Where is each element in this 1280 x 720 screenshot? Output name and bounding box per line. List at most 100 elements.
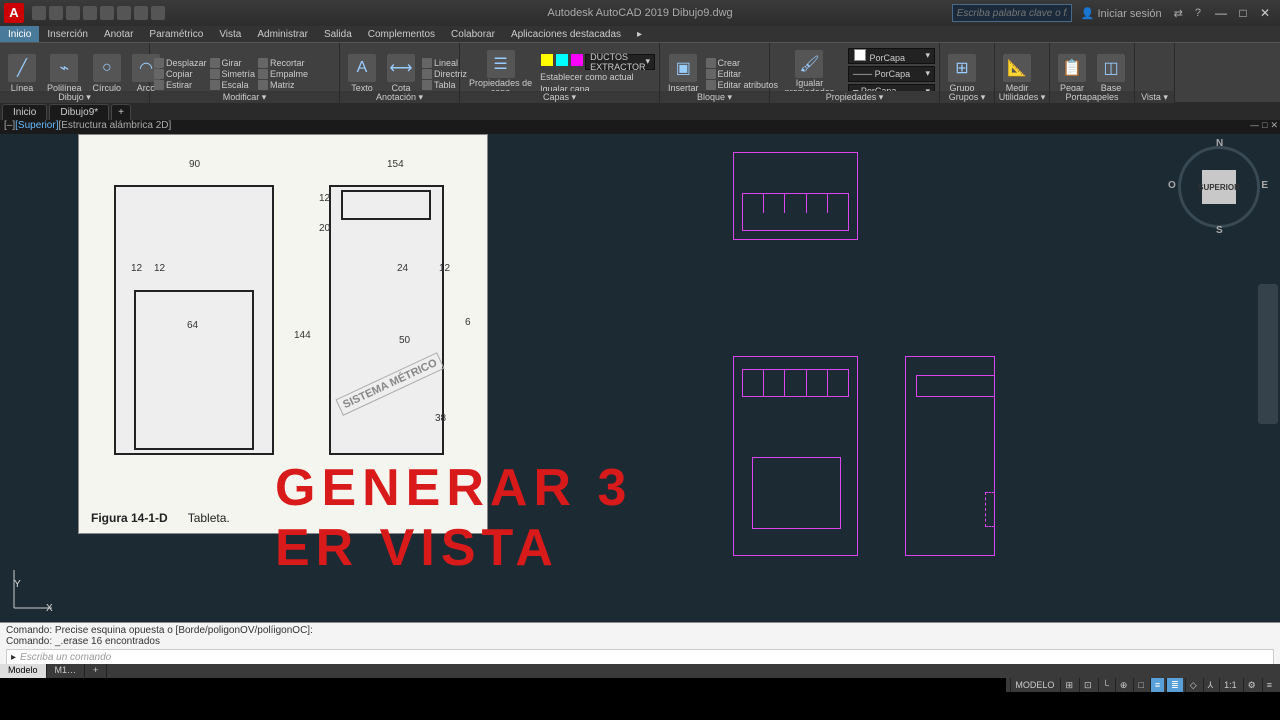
view-cube[interactable]: SUPERIOR N S E O — [1174, 142, 1264, 232]
tab-salida[interactable]: Salida — [316, 26, 360, 42]
doc-maximize[interactable]: □ — [1262, 120, 1267, 131]
panel-title[interactable]: Capas ▾ — [460, 91, 659, 103]
command-history-line: Comando: Precise esquina opuesta o [Bord… — [6, 625, 1274, 636]
polilinea-button[interactable]: ⌁Polilínea — [43, 52, 86, 95]
window-title: Autodesk AutoCAD 2019 Dibujo9.dwg — [547, 7, 732, 19]
pegar-button[interactable]: 📋Pegar — [1054, 52, 1090, 95]
escala-button[interactable]: Escala — [210, 80, 256, 90]
doc-close[interactable]: ✕ — [1270, 120, 1278, 131]
status-model[interactable]: MODELO — [1010, 678, 1058, 692]
empalme-button[interactable]: Empalme — [258, 69, 308, 79]
linea-button[interactable]: ╱Línea — [4, 52, 40, 95]
panel-title[interactable]: Vista ▾ — [1135, 91, 1174, 103]
tab-vista[interactable]: Vista — [211, 26, 249, 42]
status-dyn-icon[interactable]: ≡ — [1150, 678, 1164, 692]
matriz-button[interactable]: Matriz — [258, 80, 308, 90]
help-search-input[interactable] — [952, 4, 1072, 22]
minimize-button[interactable]: — — [1210, 6, 1232, 20]
tab-add-layout[interactable]: + — [85, 664, 107, 678]
status-osnap-icon[interactable]: □ — [1133, 678, 1147, 692]
tab-anotar[interactable]: Anotar — [96, 26, 141, 42]
signin-button[interactable]: 👤 Iniciar sesión — [1078, 7, 1165, 20]
tab-start[interactable]: Inicio — [2, 104, 47, 120]
girar-button[interactable]: Girar — [210, 58, 256, 68]
panel-propiedades: 🖌Igualar propiedades PorCapa▾ ─── PorCap… — [770, 43, 940, 103]
tab-parametrico[interactable]: Paramétrico — [141, 26, 211, 42]
set-current-layer-button[interactable]: Establecer como actual — [540, 72, 655, 82]
cota-button[interactable]: ⟷Cota — [383, 52, 419, 95]
status-gear-icon[interactable]: ⚙ — [1243, 678, 1260, 692]
tab-administrar[interactable]: Administrar — [249, 26, 316, 42]
panel-title[interactable]: Propiedades ▾ — [770, 91, 939, 103]
editar-atributos-button[interactable]: Editar atributos — [706, 80, 779, 90]
annotation-overlay: GENERAR 3 ER VISTA — [275, 459, 632, 579]
status-scale[interactable]: 1:1 — [1219, 678, 1241, 692]
editar-bloque-button[interactable]: Editar — [706, 69, 779, 79]
command-input[interactable]: ▸ Escriba un comando — [6, 649, 1274, 665]
panel-modificar: Desplazar Copiar Estirar Girar Simetría … — [150, 43, 340, 103]
navigation-bar[interactable] — [1258, 284, 1278, 424]
status-grid-icon[interactable]: ⊞ — [1060, 678, 1077, 692]
desplazar-button[interactable]: Desplazar — [154, 58, 207, 68]
status-lwt-icon[interactable]: ≣ — [1166, 678, 1183, 692]
crear-bloque-button[interactable]: Crear — [706, 58, 779, 68]
circulo-button[interactable]: ○Círculo — [89, 52, 126, 95]
status-ortho-icon[interactable]: └ — [1098, 678, 1113, 692]
panel-title[interactable]: Dibujo ▾ — [0, 91, 149, 103]
tab-model[interactable]: Modelo — [0, 664, 47, 678]
cad-view-front — [733, 356, 858, 556]
tab-inicio[interactable]: Inicio — [0, 26, 39, 42]
layer-dropdown[interactable]: DUCTOS EXTRACTOR▾ — [585, 54, 655, 70]
grupo-button[interactable]: ⊞Grupo — [944, 52, 980, 95]
tab-insercion[interactable]: Inserción — [39, 26, 96, 42]
close-button[interactable]: ✕ — [1254, 6, 1276, 20]
tab-complementos[interactable]: Complementos — [360, 26, 443, 42]
cad-view-top — [733, 152, 858, 240]
tab-layout1[interactable]: M1… — [47, 664, 86, 678]
status-snap-icon[interactable]: ⊡ — [1079, 678, 1096, 692]
tab-colaborar[interactable]: Colaborar — [443, 26, 503, 42]
panel-grupos: ⊞Grupo Grupos ▾ — [940, 43, 995, 103]
estirar-button[interactable]: Estirar — [154, 80, 207, 90]
panel-title[interactable]: Bloque ▾ — [660, 91, 769, 103]
copiar-button[interactable]: Copiar — [154, 69, 207, 79]
texto-button[interactable]: ATexto — [344, 52, 380, 95]
panel-anotacion: ATexto ⟷Cota Lineal Directriz Tabla Anot… — [340, 43, 460, 103]
drawing-canvas[interactable]: 90 154 64 12 20 12 12 24 12 144 50 6 38 … — [0, 134, 1280, 622]
cad-view-side — [905, 356, 995, 556]
layer-freeze-icon — [556, 54, 568, 66]
color-dropdown[interactable]: PorCapa▾ — [848, 48, 935, 64]
status-anno-icon[interactable]: ⅄ — [1203, 678, 1218, 692]
status-iso-icon[interactable]: ◇ — [1185, 678, 1201, 692]
file-tabs: Inicio Dibujo9* + — [0, 102, 1280, 120]
app-logo[interactable]: A — [4, 3, 24, 23]
linetype-dropdown[interactable]: ─── PorCapa▾ — [848, 66, 935, 82]
layout-tabs: Modelo M1… + — [0, 664, 1280, 678]
panel-title[interactable]: Grupos ▾ — [940, 91, 994, 103]
tab-new[interactable]: + — [111, 104, 131, 120]
quick-access-toolbar[interactable] — [32, 6, 165, 20]
panel-title[interactable]: Portapapeles — [1050, 91, 1134, 103]
maximize-button[interactable]: □ — [1232, 6, 1254, 20]
base-button[interactable]: ◫Base — [1093, 52, 1129, 95]
doc-minimize[interactable]: — — [1250, 120, 1259, 131]
panel-title[interactable]: Modificar ▾ — [150, 91, 339, 103]
insertar-button[interactable]: ▣Insertar — [664, 52, 703, 95]
status-polar-icon[interactable]: ⊕ — [1115, 678, 1132, 692]
status-menu-icon[interactable]: ≡ — [1262, 678, 1276, 692]
medir-button[interactable]: 📐Medir — [999, 52, 1035, 95]
recortar-button[interactable]: Recortar — [258, 58, 308, 68]
panel-title[interactable]: Anotación ▾ — [340, 91, 459, 103]
tab-expand[interactable]: ▸ — [629, 26, 650, 42]
panel-title[interactable]: Utilidades ▾ — [995, 91, 1049, 103]
panel-portapapeles: 📋Pegar ◫Base Portapapeles — [1050, 43, 1135, 103]
layer-color-icon — [541, 54, 553, 66]
simetria-button[interactable]: Simetría — [210, 69, 256, 79]
orbit-minimize[interactable]: [–] — [4, 120, 15, 131]
tab-drawing[interactable]: Dibujo9* — [49, 104, 109, 120]
visual-style[interactable]: [Estructura alámbrica 2D] — [58, 120, 171, 131]
exchange-icon[interactable]: ⇄ — [1171, 7, 1186, 20]
help-icon[interactable]: ? — [1192, 7, 1204, 19]
tab-aplicaciones[interactable]: Aplicaciones destacadas — [503, 26, 629, 42]
view-superior[interactable]: [Superior] — [15, 120, 58, 131]
